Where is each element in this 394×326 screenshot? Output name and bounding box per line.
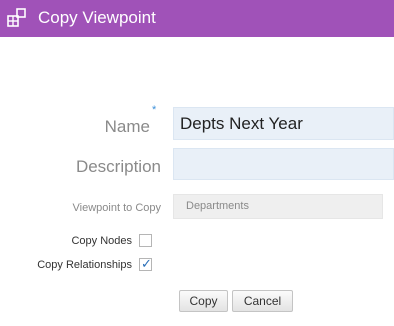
- copy-button[interactable]: Copy: [179, 290, 228, 312]
- checkmark-icon: ✓: [141, 256, 152, 271]
- name-field[interactable]: Depts Next Year: [173, 107, 394, 140]
- viewpoint-to-copy-field: Departments: [173, 194, 383, 219]
- dialog-titlebar: Copy Viewpoint: [0, 0, 394, 37]
- copy-nodes-checkbox[interactable]: [139, 234, 152, 247]
- cancel-button[interactable]: Cancel: [232, 290, 293, 312]
- copy-relationships-checkbox[interactable]: ✓: [139, 256, 152, 271]
- description-label: Description: [75, 157, 161, 176]
- copy-relationships-label: Copy Relationships: [37, 259, 132, 271]
- copy-viewpoint-icon: [6, 7, 28, 29]
- copy-viewpoint-dialog: Copy Viewpoint Name * Depts Next Year De…: [0, 0, 394, 326]
- name-label: Name: [104, 117, 150, 136]
- description-field[interactable]: [173, 148, 394, 180]
- required-marker: *: [152, 104, 157, 116]
- dialog-title: Copy Viewpoint: [38, 8, 156, 27]
- copy-nodes-label: Copy Nodes: [71, 235, 132, 247]
- viewpoint-to-copy-label: Viewpoint to Copy: [72, 202, 161, 214]
